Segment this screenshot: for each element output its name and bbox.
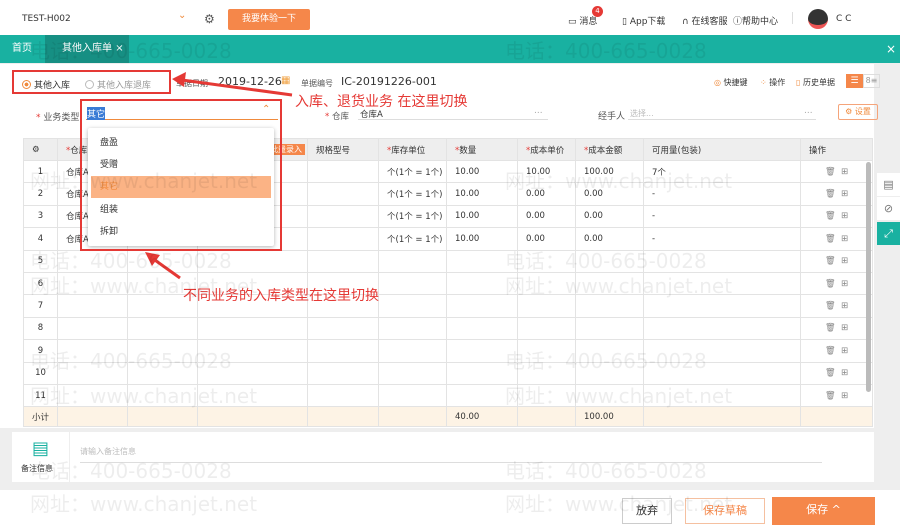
- arrow-top-head: [172, 72, 186, 87]
- arrow-bottom: [151, 256, 181, 280]
- arrow-top: [181, 78, 293, 97]
- annotation-arrows: [145, 72, 293, 280]
